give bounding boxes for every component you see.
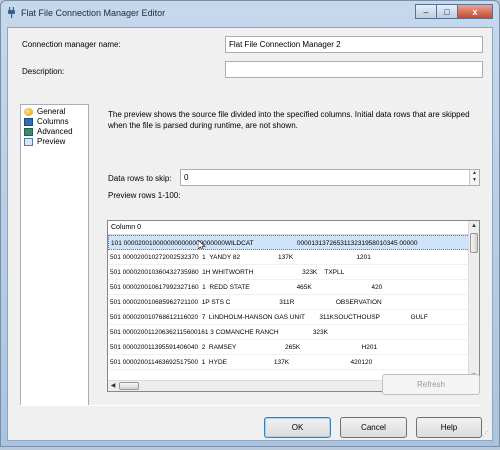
resize-grip-icon[interactable]: ⋰ — [482, 430, 490, 438]
table-row[interactable]: 501 000020010617992327160 1 REDD STATE 4… — [108, 280, 470, 295]
column-header[interactable]: Column 0 — [108, 221, 470, 235]
dialog-window: Flat File Connection Manager Editor – □ … — [0, 0, 500, 447]
ok-button[interactable]: OK — [264, 417, 331, 438]
scroll-left-icon[interactable]: ◀ — [108, 381, 118, 391]
nav-item-label: Columns — [37, 117, 69, 126]
refresh-button[interactable]: Refresh — [382, 374, 480, 395]
close-button[interactable]: x — [457, 4, 493, 19]
page-navigation: General Columns Advanced Preview — [20, 104, 89, 406]
table-row[interactable]: 501 000020011206362115600161 3 COMANCHE … — [108, 325, 470, 340]
spin-down-icon[interactable]: ▼ — [470, 177, 479, 184]
rows-to-skip-label: Data rows to skip: — [108, 174, 172, 183]
window-controls: – □ x — [415, 4, 493, 19]
nav-item-preview[interactable]: Preview — [24, 137, 88, 146]
general-icon — [24, 107, 33, 116]
nav-item-label: General — [37, 107, 66, 116]
nav-item-columns[interactable]: Columns — [24, 117, 88, 126]
description-label: Description: — [22, 67, 65, 76]
preview-description: The preview shows the source file divide… — [108, 110, 470, 130]
cancel-button[interactable]: Cancel — [340, 417, 407, 438]
rows-to-skip-spinner[interactable]: ▲ ▼ — [469, 170, 479, 185]
columns-icon — [24, 117, 33, 126]
table-row[interactable]: 501 000020011463692517500 1 HYDE 137K 42… — [108, 355, 470, 370]
footer-divider — [20, 405, 482, 406]
horizontal-scroll-thumb[interactable] — [119, 382, 139, 390]
maximize-button[interactable]: □ — [436, 4, 458, 19]
help-button[interactable]: Help — [416, 417, 482, 438]
table-row[interactable]: 501 000020010768612116020 7 LINDHOLM-HAN… — [108, 310, 470, 325]
nav-item-general[interactable]: General — [24, 107, 88, 116]
vertical-scroll-thumb[interactable] — [470, 233, 478, 253]
spin-up-icon[interactable]: ▲ — [470, 170, 479, 177]
minimize-button[interactable]: – — [415, 4, 437, 19]
preview-rows: 101 0000200100000000000000000000WILDCAT … — [108, 235, 470, 370]
nav-item-advanced[interactable]: Advanced — [24, 127, 88, 136]
description-input[interactable] — [225, 61, 483, 78]
vertical-scrollbar[interactable]: ▲ ▼ — [468, 221, 479, 381]
preview-rows-label: Preview rows 1-100: — [108, 191, 181, 200]
advanced-icon — [24, 127, 33, 136]
table-row[interactable]: 101 0000200100000000000000000000WILDCAT … — [108, 235, 470, 250]
nav-item-label: Preview — [37, 137, 66, 146]
preview-icon — [24, 137, 33, 146]
mouse-cursor-icon — [198, 240, 206, 249]
scroll-up-icon[interactable]: ▲ — [469, 221, 479, 231]
connection-manager-icon — [6, 7, 16, 18]
rows-to-skip-value: 0 — [184, 173, 189, 182]
title-bar[interactable]: Flat File Connection Manager Editor – □ … — [1, 1, 499, 25]
dialog-client-area: Connection manager name: Flat File Conne… — [7, 27, 493, 441]
nav-item-label: Advanced — [37, 127, 73, 136]
table-row[interactable]: 501 000020010685962721100 1P STS C 311R … — [108, 295, 470, 310]
window-title: Flat File Connection Manager Editor — [21, 8, 166, 18]
table-row[interactable]: 501 000020011395591406040 2 RAMSEY 265K … — [108, 340, 470, 355]
connection-name-input[interactable]: Flat File Connection Manager 2 — [225, 36, 483, 53]
table-row[interactable]: 501 000020010360432735980 1H WHITWORTH 3… — [108, 265, 470, 280]
preview-grid[interactable]: Column 0 101 000020010000000000000000000… — [107, 220, 480, 392]
plug-icon-graphic — [7, 7, 15, 18]
rows-to-skip-input[interactable]: 0 ▲ ▼ — [180, 169, 480, 186]
connection-name-label: Connection manager name: — [22, 40, 121, 49]
table-row[interactable]: 501 000020010272002532370 1 YANDY 82 137… — [108, 250, 470, 265]
